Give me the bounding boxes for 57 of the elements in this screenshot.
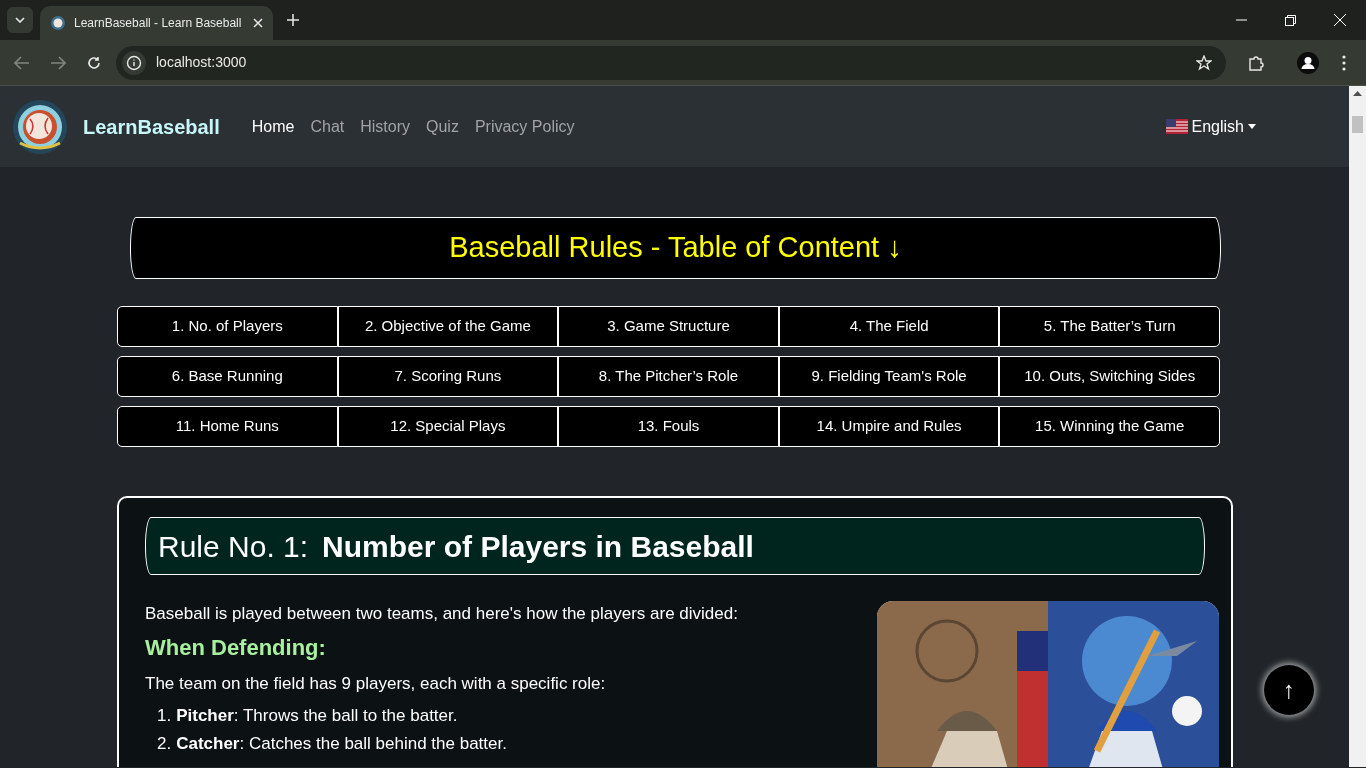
- language-dropdown[interactable]: English: [1159, 113, 1262, 140]
- chevron-icon: [15, 17, 25, 23]
- back-icon: [14, 55, 30, 70]
- role-item: Catcher: Catches the ball behind the batter.: [176, 733, 507, 756]
- new-tab-icon[interactable]: [287, 14, 299, 26]
- toc-link[interactable]: 8. The Pitcher’s Role: [558, 356, 779, 397]
- rule-number: Rule No. 1:: [158, 528, 309, 565]
- nav-link[interactable]: Quiz: [418, 114, 467, 139]
- puzzle-icon: [1248, 54, 1264, 71]
- toc-link[interactable]: 7. Scoring Runs: [337, 356, 559, 397]
- toc-link[interactable]: 13. Fouls: [558, 406, 779, 447]
- close-icon[interactable]: [253, 18, 263, 28]
- scrollbar[interactable]: [1349, 86, 1366, 767]
- toc-link[interactable]: 1. No. of Players: [117, 306, 338, 347]
- section-text: The team on the field has 9 players, each with a specific role:: [145, 672, 607, 695]
- nav-link[interactable]: Privacy Policy: [466, 114, 583, 139]
- toc-link[interactable]: 14. Umpire and Rules: [778, 406, 1000, 447]
- nav-link[interactable]: Home: [243, 114, 303, 139]
- nav-link[interactable]: Chat: [302, 114, 353, 139]
- toc-link[interactable]: 3. Game Structure: [558, 306, 779, 347]
- caret-icon: [1248, 124, 1256, 129]
- profile-icon: [1297, 51, 1319, 74]
- section-heading: When Defending:: [145, 634, 327, 661]
- toc-link[interactable]: 12. Special Plays: [337, 406, 559, 447]
- list-number: 2.: [157, 733, 172, 756]
- toc-link[interactable]: 5. The Batter’s Turn: [999, 306, 1220, 347]
- menu-icon: [1342, 54, 1346, 71]
- toc-link[interactable]: 9. Fielding Team's Role: [778, 356, 1000, 397]
- toc-link[interactable]: 4. The Field: [778, 306, 1000, 347]
- toc-link[interactable]: 6. Base Running: [117, 356, 338, 397]
- rule-title: Number of Players in Baseball: [322, 528, 754, 565]
- forward-icon: [50, 55, 66, 70]
- role-item: Pitcher: Throws the ball to the batter.: [176, 705, 458, 728]
- url-text: localhost:3000: [156, 53, 247, 72]
- nav-link[interactable]: History: [352, 114, 418, 139]
- restore-icon[interactable]: [1285, 14, 1296, 26]
- table-of-contents-heading: Baseball Rules - Table of Content ↓: [130, 217, 1221, 279]
- info-icon[interactable]: [122, 50, 146, 75]
- toc-link[interactable]: 10. Outs, Switching Sides: [999, 356, 1220, 397]
- flag-icon: [1165, 119, 1188, 134]
- toc-link[interactable]: 11. Home Runs: [117, 406, 338, 447]
- toc-link[interactable]: 2. Objective of the Game: [337, 306, 559, 347]
- scrollbar-thumb[interactable]: [1352, 116, 1363, 133]
- brand-name[interactable]: LearnBaseball: [83, 111, 220, 142]
- star-icon[interactable]: [1196, 54, 1212, 71]
- baseball-icon: [50, 15, 66, 31]
- browser-tab[interactable]: LearnBaseball - Learn Baseball: [40, 6, 273, 40]
- scroll-up-icon[interactable]: [1353, 91, 1362, 96]
- list-number: 1.: [157, 705, 172, 728]
- address-bar[interactable]: localhost:3000: [116, 45, 1226, 80]
- back-to-top-button[interactable]: ↑: [1264, 665, 1314, 715]
- tab-list-button[interactable]: [7, 7, 33, 33]
- toc-link[interactable]: 15. Winning the Game: [999, 406, 1220, 447]
- intro-text: Baseball is played between two teams, and here's how the players are divided:: [145, 603, 739, 625]
- reload-icon: [87, 55, 101, 70]
- tab-title: LearnBaseball - Learn Baseball: [74, 15, 243, 32]
- baseball-logo[interactable]: [12, 98, 68, 155]
